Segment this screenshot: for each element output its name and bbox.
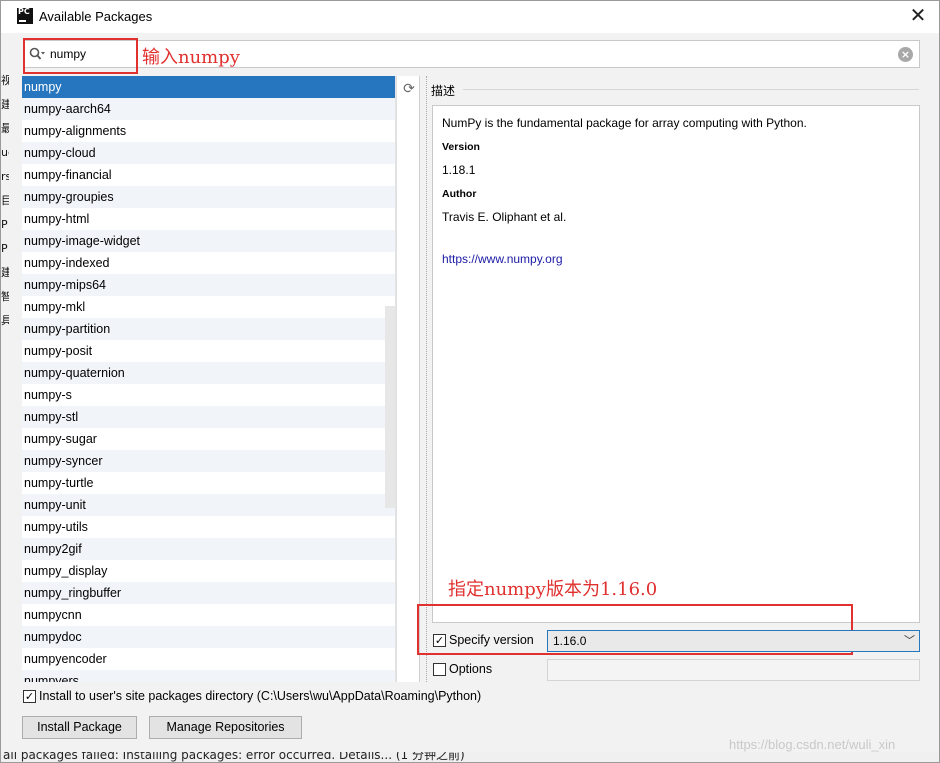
package-row[interactable]: numpy-financial [22, 164, 395, 186]
background-glyph: 最 [1, 117, 9, 141]
status-bar: all packages failed: Installing packages… [1, 752, 939, 762]
description-summary: NumPy is the fundamental package for arr… [442, 116, 807, 130]
background-glyph: 建 [1, 93, 9, 117]
package-row[interactable]: numpy-posit [22, 340, 395, 362]
package-row[interactable]: numpy-aarch64 [22, 98, 395, 120]
package-row[interactable]: numpy-mips64 [22, 274, 395, 296]
version-select[interactable]: 1.16.0 ﹀ [547, 630, 920, 652]
package-row[interactable]: numpy_ringbuffer [22, 582, 395, 604]
version-annotation: 指定numpy版本为1.16.0 [448, 579, 658, 600]
package-row[interactable]: numpy-html [22, 208, 395, 230]
package-row[interactable]: numpy-quaternion [22, 362, 395, 384]
background-glyph: ug [1, 146, 9, 159]
version-heading: Version [442, 141, 480, 153]
description-panel: NumPy is the fundamental package for arr… [432, 105, 920, 623]
pycharm-logo-icon: PC [17, 8, 33, 24]
clear-search-icon[interactable]: × [898, 47, 913, 62]
package-row[interactable]: numpy-utils [22, 516, 395, 538]
window-title: Available Packages [39, 9, 153, 24]
available-packages-dialog: PC Available Packages ✕ 视建最ugrs目PP建智具 nu… [0, 0, 940, 763]
background-glyph: 目 [1, 189, 9, 213]
package-row[interactable]: numpydoc [22, 626, 395, 648]
homepage-link[interactable]: https://www.numpy.org [442, 252, 563, 266]
package-row[interactable]: numpy-groupies [22, 186, 395, 208]
description-divider [463, 89, 919, 90]
background-glyph: rs [1, 170, 9, 183]
close-button[interactable]: ✕ [907, 5, 929, 27]
version-select-value: 1.16.0 [553, 634, 587, 648]
package-row[interactable]: numpyencoder [22, 648, 395, 670]
watermark: https://blog.csdn.net/wuli_xin [729, 737, 896, 752]
install-package-button[interactable]: Install Package [22, 716, 137, 739]
search-highlight-box [23, 38, 138, 74]
title-bar: PC Available Packages ✕ [1, 1, 939, 33]
specify-version-checkbox[interactable]: ✓ [433, 634, 446, 647]
background-glyph: 建 [1, 261, 9, 285]
search-annotation: 输入numpy [142, 47, 240, 68]
list-toolbar: ⟳ [396, 76, 420, 682]
version-value: 1.18.1 [442, 163, 476, 177]
package-row[interactable]: numpy-sugar [22, 428, 395, 450]
status-text: all packages failed: Installing packages… [3, 752, 465, 762]
background-glyph: 视 [1, 69, 9, 93]
background-window-strip: 视建最ugrs目PP建智具 [1, 69, 9, 339]
install-user-label: Install to user's site packages director… [39, 689, 482, 703]
options-input[interactable] [547, 659, 920, 681]
package-row[interactable]: numpycnn [22, 604, 395, 626]
package-row[interactable]: numpy-s [22, 384, 395, 406]
package-row[interactable]: numpy-partition [22, 318, 395, 340]
package-row[interactable]: numpyers [22, 670, 395, 682]
background-glyph: 具 [1, 309, 9, 333]
package-row[interactable]: numpy-turtle [22, 472, 395, 494]
background-glyph: P [1, 218, 8, 231]
background-glyph: P [1, 242, 8, 255]
package-row[interactable]: numpy-indexed [22, 252, 395, 274]
reload-icon[interactable]: ⟳ [401, 81, 417, 97]
description-label: 描述 [431, 84, 456, 98]
background-glyph: 智 [1, 285, 9, 309]
author-value: Travis E. Oliphant et al. [442, 210, 567, 224]
manage-repositories-button[interactable]: Manage Repositories [149, 716, 302, 739]
package-list-scrollbar[interactable] [385, 306, 395, 508]
options-checkbox[interactable] [433, 663, 446, 676]
package-row[interactable]: numpy-stl [22, 406, 395, 428]
package-row[interactable]: numpy_display [22, 560, 395, 582]
splitter[interactable] [426, 76, 428, 682]
package-row[interactable]: numpy-unit [22, 494, 395, 516]
package-row[interactable]: numpy [22, 76, 395, 98]
package-row[interactable]: numpy-cloud [22, 142, 395, 164]
chevron-down-icon[interactable]: ﹀ [904, 631, 915, 651]
install-user-checkbox[interactable]: ✓ [23, 690, 36, 703]
specify-version-label: Specify version [449, 633, 534, 647]
package-row[interactable]: numpy-image-widget [22, 230, 395, 252]
author-heading: Author [442, 188, 477, 200]
package-row[interactable]: numpy2gif [22, 538, 395, 560]
options-label: Options [449, 662, 493, 676]
package-row[interactable]: numpy-alignments [22, 120, 395, 142]
package-row[interactable]: numpy-mkl [22, 296, 395, 318]
package-row[interactable]: numpy-syncer [22, 450, 395, 472]
package-list[interactable]: numpy numpy-aarch64 numpy-alignments numpy-… [22, 76, 396, 682]
